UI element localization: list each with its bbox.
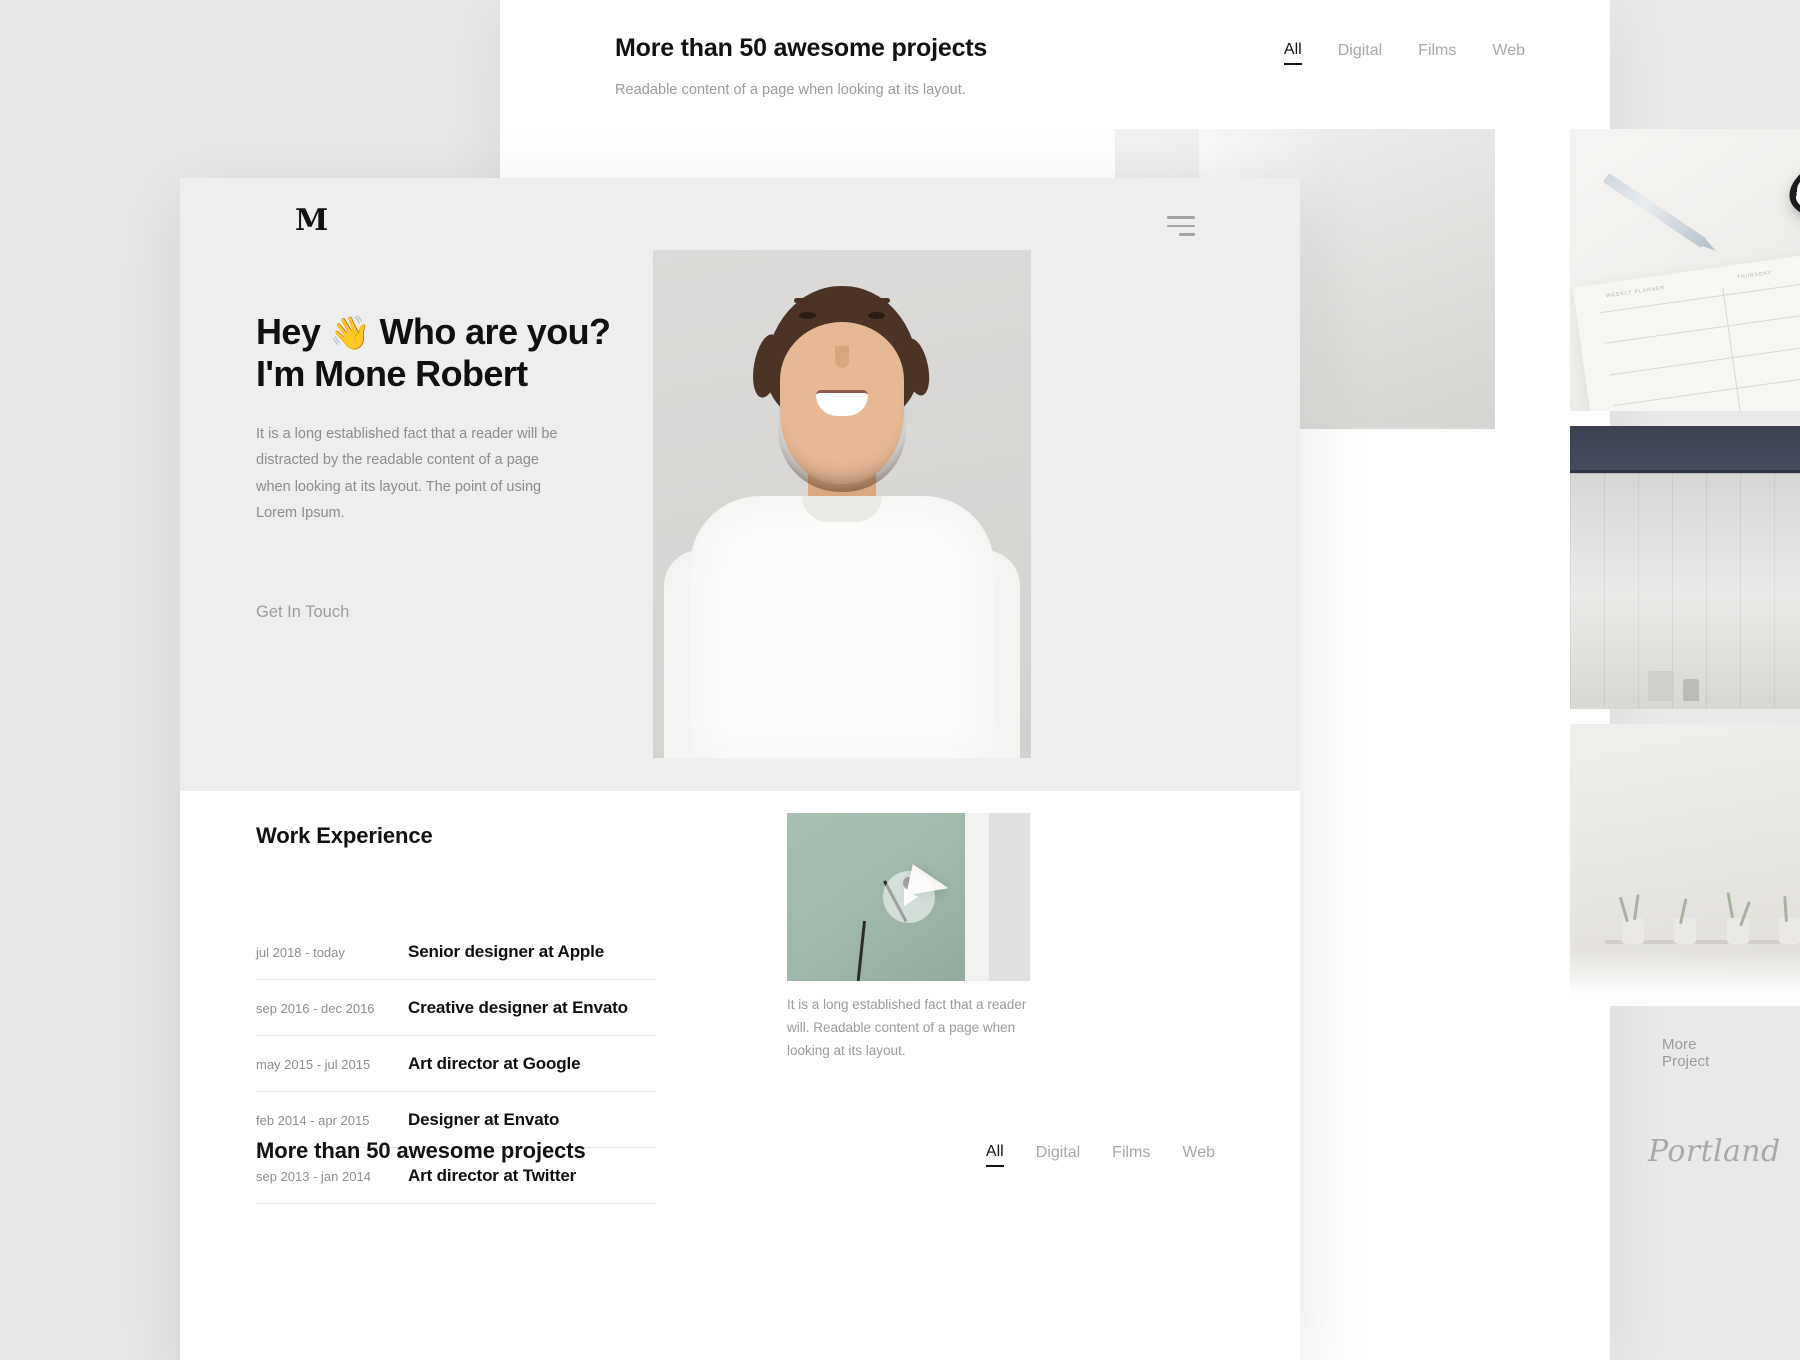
background-filter-tabs: All Digital Films Web [1283,42,1525,65]
work-row-role: Creative designer at Envato [408,998,628,1017]
background-filter-web[interactable]: Web [1492,43,1525,64]
work-row-role: Art director at Google [408,1054,581,1073]
work-row-role: Senior designer at Apple [408,942,605,961]
shelf-object-2 [1683,678,1700,701]
hero-heading-line2: I'm Mone Robert [256,353,528,395]
background-filter-films[interactable]: Films [1418,43,1456,64]
shelf-object-1 [1648,670,1675,701]
hamburger-menu-icon[interactable] [1167,216,1195,236]
hero-paragraph: It is a long established fact that a rea… [256,425,558,522]
portrait-nose [835,346,849,368]
work-row-role: Art director at Twitter [408,1166,577,1185]
site-logo[interactable]: M [295,203,329,238]
background-filter-digital[interactable]: Digital [1338,43,1382,64]
work-row-date: feb 2014 - apr 2015 [256,1113,370,1128]
profile-portrait-image [653,250,1031,758]
table-row[interactable]: jul 2018 - today Senior designer at Appl… [256,924,656,980]
hero-greeting: Hey [256,311,330,352]
waving-hand-icon: 👋 [329,314,371,351]
profile-page-card: M Hey 👋 Who are you? I'm Mone Robert It … [180,178,1300,1360]
projects-title: More than 50 awesome projects [256,1138,586,1163]
work-experience-title: Work Experience [256,823,433,848]
blind-slats [1570,471,1800,709]
hero-heading: Hey 👋 Who are you? I'm Mone Robert [256,311,656,396]
foreground-fabric [1570,949,1800,1006]
table-row[interactable]: may 2015 - jul 2015 Art director at Goog… [256,1036,656,1092]
portrait-eyebrow-left [794,298,822,303]
portrait-eye-left [799,312,816,319]
background-filter-all[interactable]: All [1283,42,1302,65]
hamburger-line-2 [1167,224,1195,227]
work-row-date: sep 2016 - dec 2016 [256,1001,375,1016]
video-caption: It is a long established fact that a rea… [787,997,1027,1059]
projects-filter-web[interactable]: Web [1182,1145,1215,1166]
work-row-role: Designer at Envato [408,1110,560,1129]
work-row-date: jul 2018 - today [256,945,345,960]
get-in-touch-link[interactable]: Get In Touch [256,603,349,622]
play-icon[interactable] [882,871,935,923]
screenshot-stage: More than 50 awesome projects Readable c… [0,0,1800,1360]
background-page-subtitle: Readable content of a page when looking … [615,82,966,98]
portland-signature: Portland [1648,1134,1781,1169]
hero-text-block: Hey 👋 Who are you? I'm Mone Robert It is… [256,311,656,526]
portrait-eye-right [868,312,885,319]
project-thumbnail-3[interactable] [1570,426,1800,709]
table-row[interactable]: sep 2016 - dec 2016 Creative designer at… [256,980,656,1036]
projects-filter-digital[interactable]: Digital [1036,1145,1080,1166]
work-row-date: sep 2013 - jan 2014 [256,1169,371,1184]
projects-filter-films[interactable]: Films [1112,1145,1150,1166]
more-project-link[interactable]: More Project [1662,1036,1709,1070]
hamburger-line-1 [1167,216,1195,219]
work-row-date: may 2015 - jul 2015 [256,1057,371,1072]
portrait-shirt [690,496,994,758]
project-thumbnail-4[interactable] [1570,724,1800,1006]
projects-filter-all[interactable]: All [985,1144,1004,1167]
project-thumbnail-2[interactable]: WEEKLY PLANNER THURSDAY FRIDAY WEDNESDAY [1570,129,1800,411]
video-wall-white [965,813,989,981]
hero-heading-line1: Hey 👋 Who are you? [256,311,611,352]
video-thumbnail[interactable] [787,813,1030,981]
video-wall-grey [989,813,1030,981]
hero-question: Who are you? [370,311,611,352]
hamburger-line-3 [1179,233,1195,236]
projects-filter-tabs: All Digital Films Web [985,1144,1215,1167]
portrait-eyebrow-right [862,298,890,303]
